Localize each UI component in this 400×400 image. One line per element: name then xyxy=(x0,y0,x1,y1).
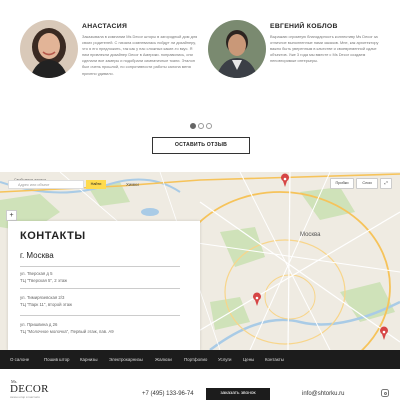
reviewer-name: АНАСТАСИЯ xyxy=(82,23,128,30)
contacts-title: КОНТАКТЫ xyxy=(20,230,86,242)
nav-item-sewing[interactable]: Пошив штор xyxy=(44,350,70,369)
map-label: Москва xyxy=(300,232,321,238)
instagram-icon[interactable] xyxy=(381,389,389,397)
main-nav: О салоне Пошив штор Карнизы Электрокарни… xyxy=(0,350,400,369)
contacts-panel: КОНТАКТЫ г. Москва ул. Тверская д 5 ТЦ "… xyxy=(8,221,200,351)
reviewer-avatar xyxy=(208,20,266,78)
divider xyxy=(20,288,180,289)
email-link[interactable]: info@shtorku.ru xyxy=(302,391,344,397)
review-pagination xyxy=(190,123,212,129)
address-mall: ТЦ "Тверская 5", 2 этаж xyxy=(20,277,68,283)
nav-item-cornices[interactable]: Карнизы xyxy=(80,350,98,369)
pagination-dot[interactable] xyxy=(206,123,212,129)
nav-item-electro-cornices[interactable]: Электрокарнизы xyxy=(109,350,143,369)
order-call-button[interactable]: заказать звонок xyxy=(206,388,270,400)
review-card: ЕВГЕНИЙ КОБЛОВ Выражаю огромную благодар… xyxy=(208,18,393,118)
address-street: ул. Пришвина д 26 xyxy=(20,322,58,327)
nav-item-prices[interactable]: Цены xyxy=(243,350,254,369)
review-card: АНАСТАСИЯ Заказывала в компании Ms Decor… xyxy=(20,18,205,118)
address-mall: ТЦ "Молочное молочка", Первый этаж, пав.… xyxy=(20,328,114,334)
leave-review-button[interactable]: ОСТАВИТЬ ОТЗЫВ xyxy=(152,137,250,154)
divider xyxy=(20,315,180,316)
nav-item-contacts[interactable]: Контакты xyxy=(265,350,284,369)
nav-item-portfolio[interactable]: Портфолио xyxy=(184,350,207,369)
map-search-button[interactable]: Найти xyxy=(86,180,106,189)
contact-address: ул. Тверская д 5 ТЦ "Тверская 5", 2 этаж xyxy=(20,271,67,285)
map-zoom-in-button[interactable]: + xyxy=(6,210,17,221)
address-street: ул. Тверская д 5 xyxy=(20,271,53,276)
reviewer-name: ЕВГЕНИЙ КОБЛОВ xyxy=(270,23,338,30)
map-label: Химки xyxy=(126,182,139,187)
review-text: Заказывала в компании Ms Decor шторы в з… xyxy=(82,34,198,76)
contact-address: ул. Пришвина д 26 ТЦ "Молочное молочка",… xyxy=(20,322,114,336)
pagination-dot[interactable] xyxy=(198,123,204,129)
reviewer-avatar xyxy=(20,20,78,78)
reviews-section: АНАСТАСИЯ Заказывала в компании Ms Decor… xyxy=(0,0,400,170)
footer: Ms. DECOR салон штор и текстиля +7 (495)… xyxy=(0,369,400,400)
contact-address: ул. Тимирязевская 2/3 ТЦ "Парк 11", втор… xyxy=(20,295,72,309)
divider xyxy=(20,266,180,267)
logo-tagline: салон штор и текстиля xyxy=(10,395,40,399)
nav-item-blinds[interactable]: Жалюзи xyxy=(155,350,172,369)
review-text: Выражаю огромную благодарность коллектив… xyxy=(270,34,379,64)
nav-item-about[interactable]: О салоне xyxy=(10,350,29,369)
contacts-city: г. Москва xyxy=(20,251,54,260)
fullscreen-icon[interactable]: ⤢ xyxy=(380,178,392,189)
address-mall: ТЦ "Парк 11", второй этаж xyxy=(20,301,72,307)
map-traffic-button[interactable]: Пробки xyxy=(330,178,354,189)
pagination-dot[interactable] xyxy=(190,123,196,129)
phone-number[interactable]: +7 (495) 133-96-74 xyxy=(142,391,194,397)
map-search-input[interactable]: Адрес или объект xyxy=(8,180,84,189)
nav-item-services[interactable]: Услуги xyxy=(218,350,232,369)
map-layers-button[interactable]: Слои xyxy=(356,178,378,189)
address-street: ул. Тимирязевская 2/3 xyxy=(20,295,65,300)
logo-text: DECOR xyxy=(10,383,49,395)
